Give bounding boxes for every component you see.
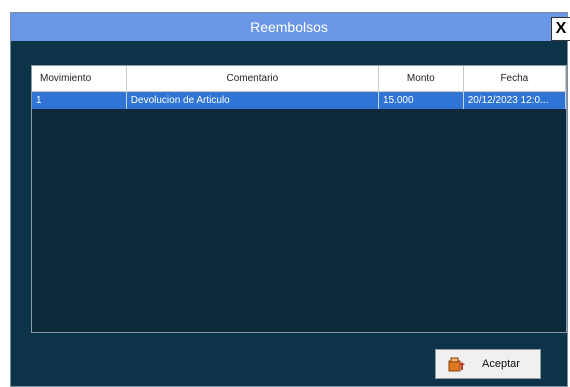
column-header-monto[interactable]: Monto [378, 66, 464, 92]
cell-movimiento: 1 [32, 91, 127, 109]
refunds-table: Movimiento Comentario Monto Fecha 1 Devo… [32, 66, 566, 109]
accept-button[interactable]: Aceptar [435, 349, 541, 379]
column-header-fecha[interactable]: Fecha [463, 66, 566, 92]
column-header-movimiento[interactable]: Movimiento [32, 66, 127, 92]
cell-fecha: 20/12/2023 12:0... [463, 91, 566, 109]
table-row[interactable]: 1 Devolucion de Articulo 15.000 20/12/20… [32, 91, 566, 109]
cell-monto: 15.000 [378, 91, 464, 109]
window-titlebar: Reembolsos [11, 13, 567, 41]
reembolsos-window: Reembolsos X Movimiento Comentario Monto… [10, 12, 570, 387]
refunds-grid[interactable]: Movimiento Comentario Monto Fecha 1 Devo… [31, 65, 567, 333]
cell-comentario: Devolucion de Articulo [126, 91, 379, 109]
column-header-comentario[interactable]: Comentario [126, 66, 379, 92]
accept-button-label: Aceptar [482, 358, 520, 370]
table-header-row: Movimiento Comentario Monto Fecha [32, 66, 566, 92]
accept-icon [448, 356, 466, 372]
window-title: Reembolsos [250, 19, 328, 35]
close-button[interactable]: X [551, 17, 570, 41]
